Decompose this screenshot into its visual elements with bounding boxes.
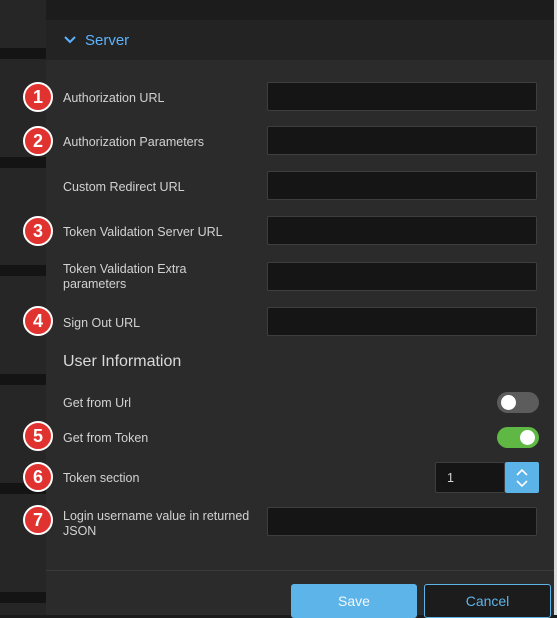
server-section-header[interactable]: Server	[46, 20, 557, 60]
authorization-url-input[interactable]	[267, 82, 537, 111]
stepper-buttons[interactable]	[505, 462, 539, 493]
custom-redirect-url-label: Custom Redirect URL	[63, 180, 185, 194]
callout-badge: 3	[23, 216, 53, 246]
token-validation-server-url-input[interactable]	[267, 216, 537, 245]
callout-badge: 1	[23, 82, 53, 112]
callout-badge: 2	[23, 126, 53, 156]
sign-out-url-input[interactable]	[267, 307, 537, 336]
token-validation-extra-parameters-input[interactable]	[267, 262, 537, 291]
settings-panel: Server Authorization URL Authorization P…	[46, 0, 557, 618]
token-section-input[interactable]: 1	[435, 462, 505, 493]
get-from-token-toggle[interactable]	[497, 427, 539, 448]
chevron-down-icon[interactable]	[516, 480, 528, 488]
get-from-token-label: Get from Token	[63, 431, 149, 445]
chevron-up-icon[interactable]	[516, 468, 528, 476]
login-username-label: Login username value in returned JSON	[63, 509, 250, 538]
sidebar-divider	[0, 157, 46, 168]
callout-badge: 7	[23, 505, 53, 535]
sidebar-divider	[0, 48, 46, 59]
section-title-server: Server	[85, 31, 130, 49]
token-validation-extra-parameters-label: Token Validation Extra parameters	[63, 262, 187, 291]
panel-top-bar	[46, 0, 557, 20]
custom-redirect-url-input[interactable]	[267, 171, 537, 200]
toggle-knob	[520, 430, 535, 445]
cancel-button[interactable]: Cancel	[424, 584, 551, 618]
login-username-input[interactable]	[267, 507, 537, 536]
toggle-knob	[501, 395, 516, 410]
user-information-heading: User Information	[63, 353, 182, 370]
sidebar-divider	[0, 592, 46, 603]
footer-divider	[46, 570, 557, 571]
get-from-url-label: Get from Url	[63, 396, 132, 410]
token-section-label: Token section	[63, 471, 140, 485]
sidebar-divider	[0, 374, 46, 385]
token-section-stepper[interactable]: 1	[435, 462, 539, 493]
authorization-parameters-input[interactable]	[267, 126, 537, 155]
callout-badge: 4	[23, 306, 53, 336]
authorization-parameters-label: Authorization Parameters	[63, 135, 205, 149]
chevron-down-icon	[64, 36, 76, 44]
token-validation-server-url-label: Token Validation Server URL	[63, 225, 223, 239]
callout-badge: 5	[23, 421, 53, 451]
sidebar-divider	[0, 265, 46, 276]
authorization-url-label: Authorization URL	[63, 91, 165, 105]
sign-out-url-label: Sign Out URL	[63, 316, 141, 330]
save-button[interactable]: Save	[291, 584, 417, 618]
get-from-url-toggle[interactable]	[497, 392, 539, 413]
callout-badge: 6	[23, 462, 53, 492]
